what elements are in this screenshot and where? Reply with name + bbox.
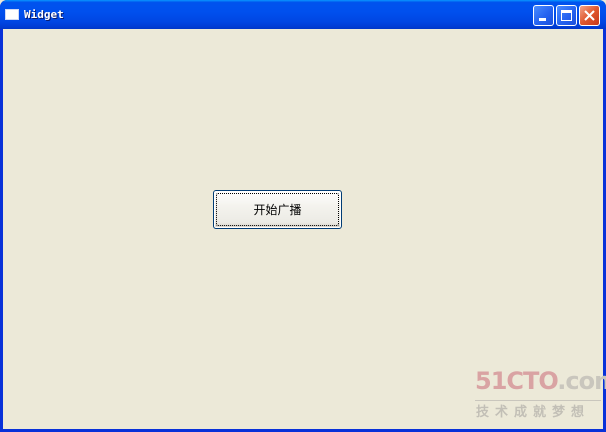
close-icon — [584, 10, 595, 21]
app-window: Widget 开始广播 51CTO.com 技术成就梦想 — [0, 0, 606, 432]
title-bar[interactable]: Widget — [0, 0, 606, 29]
window-icon — [5, 9, 19, 20]
watermark-divider — [475, 400, 601, 401]
maximize-button[interactable] — [556, 5, 577, 26]
watermark-logo-suffix: .com — [557, 367, 606, 395]
maximize-icon — [561, 10, 572, 21]
start-broadcast-button[interactable]: 开始广播 — [213, 190, 342, 229]
watermark-logo-main: 51CTO — [475, 367, 558, 395]
watermark: 51CTO.com 技术成就梦想 — [473, 366, 606, 426]
client-area: 开始广播 51CTO.com 技术成就梦想 — [3, 29, 606, 429]
watermark-logo: 51CTO.com — [475, 366, 606, 396]
close-button[interactable] — [579, 5, 600, 26]
minimize-button[interactable] — [533, 5, 554, 26]
window-title: Widget — [24, 8, 64, 21]
watermark-slogan: 技术成就梦想 — [476, 405, 591, 420]
minimize-icon — [539, 18, 546, 21]
